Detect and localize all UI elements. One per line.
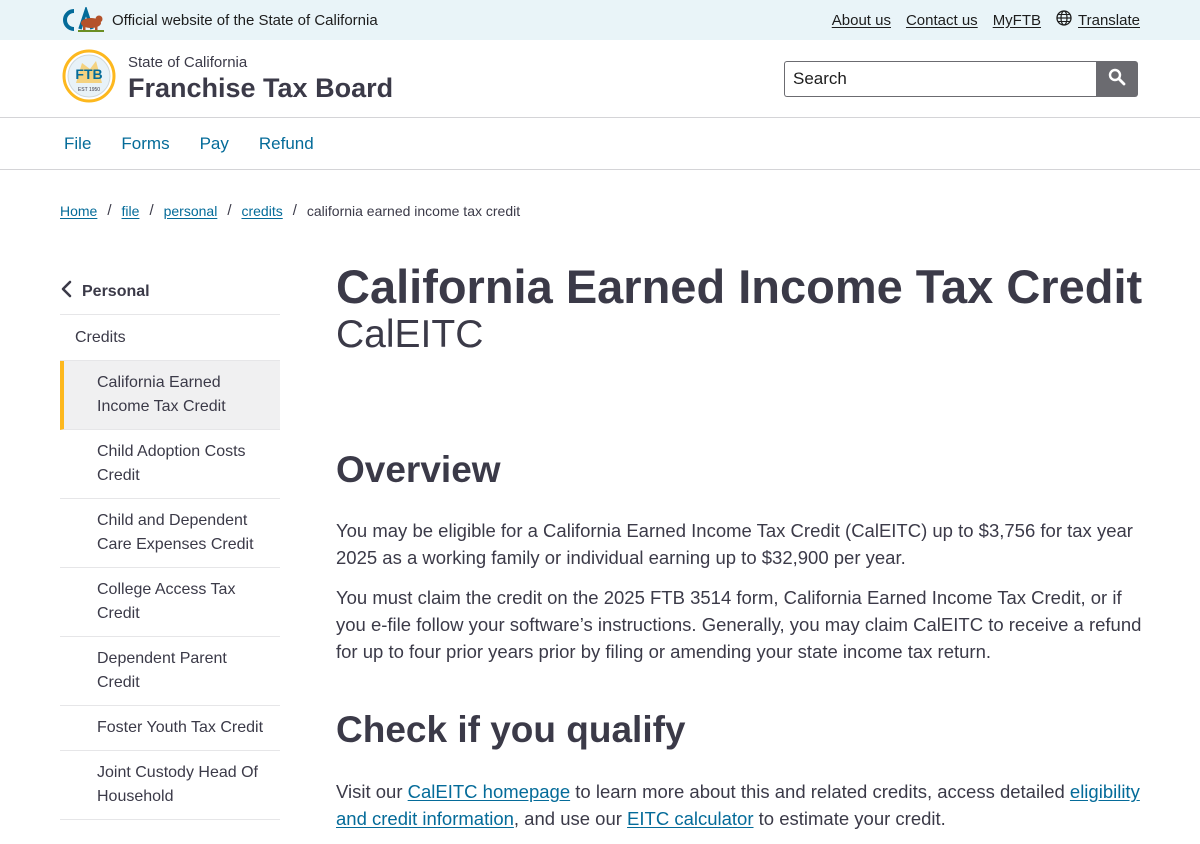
sidebar-item-foster-youth[interactable]: Foster Youth Tax Credit [60, 706, 280, 751]
overview-paragraph-2: You must claim the credit on the 2025 FT… [336, 587, 1142, 662]
sidebar-parent-personal[interactable]: Personal [60, 269, 280, 315]
search-form [784, 60, 1138, 97]
official-website-text: Official website of the State of Califor… [112, 11, 378, 29]
sidebar-item-child-dependent-care[interactable]: Child and Dependent Care Expenses Credit [60, 499, 280, 568]
nav-file[interactable]: File [64, 134, 91, 154]
ftb-seal-icon: FTB EST 1950 [62, 49, 116, 108]
breadcrumb: Home / file / personal / credits / calif… [60, 202, 520, 219]
translate-link[interactable]: Translate [1078, 12, 1140, 29]
svg-text:FTB: FTB [75, 66, 102, 82]
page-title: California Earned Income Tax Credit [336, 260, 1143, 313]
utility-links: About us Contact us MyFTB Translate [832, 10, 1140, 30]
overview-paragraph-1: You may be eligible for a California Ear… [336, 520, 1133, 568]
main-content: California Earned Income Tax Credit CalE… [336, 258, 1146, 829]
chevron-left-icon [60, 280, 74, 303]
ca-bear-logo-icon[interactable] [60, 7, 104, 33]
breadcrumb-current: california earned income tax credit [306, 202, 521, 219]
myftb-link[interactable]: MyFTB [993, 12, 1041, 29]
nav-refund[interactable]: Refund [259, 134, 314, 154]
search-input[interactable] [784, 60, 1096, 97]
about-us-link[interactable]: About us [832, 12, 891, 29]
utility-bar: Official website of the State of Califor… [0, 0, 1200, 40]
contact-us-link[interactable]: Contact us [906, 12, 978, 29]
sidebar-section-credits[interactable]: Credits [60, 315, 280, 361]
qualify-text: , and use our [513, 808, 628, 829]
breadcrumb-separator: / [227, 202, 232, 219]
nav-forms[interactable]: Forms [121, 134, 169, 154]
breadcrumb-separator: / [149, 202, 154, 219]
breadcrumb-home[interactable]: Home [60, 203, 97, 219]
breadcrumb-separator: / [107, 202, 112, 219]
sidebar-parent-label: Personal [82, 282, 150, 300]
qualify-paragraph: Visit our CalEITC homepage to learn more… [336, 778, 1146, 832]
sidebar-item-college-access[interactable]: College Access Tax Credit [60, 568, 280, 637]
breadcrumb-personal[interactable]: personal [164, 203, 218, 219]
breadcrumb-separator: / [292, 202, 297, 219]
search-button[interactable] [1096, 60, 1138, 97]
branding-header: FTB EST 1950 State of California Franchi… [0, 40, 1200, 118]
globe-icon [1056, 10, 1072, 30]
breadcrumb-file[interactable]: file [122, 203, 140, 219]
qualify-text: Visit our [336, 781, 408, 802]
qualify-heading: Check if you qualify [336, 709, 686, 750]
svg-text:EST 1950: EST 1950 [78, 87, 100, 93]
page-subtitle: CalEITC [336, 313, 484, 356]
nav-pay[interactable]: Pay [200, 134, 229, 154]
brand-subtitle: State of California [128, 53, 248, 71]
caleitc-homepage-link[interactable]: CalEITC homepage [408, 781, 570, 802]
sidebar-item-child-adoption[interactable]: Child Adoption Costs Credit [60, 430, 280, 499]
ftb-brand[interactable]: FTB EST 1950 State of California Franchi… [62, 49, 393, 108]
qualify-text: to learn more about this and related cre… [570, 781, 1070, 802]
sidebar-item-caleitc[interactable]: California Earned Income Tax Credit [60, 361, 280, 430]
translate-button[interactable]: Translate [1056, 10, 1140, 30]
sidebar-item-dependent-parent[interactable]: Dependent Parent Credit [60, 637, 280, 706]
side-navigation: Personal Credits California Earned Incom… [60, 269, 280, 820]
main-navigation: File Forms Pay Refund [0, 118, 1200, 170]
search-icon [1108, 68, 1126, 89]
qualify-text: to estimate your credit. [753, 808, 946, 829]
eitc-calculator-link[interactable]: EITC calculator [627, 808, 753, 829]
official-notice: Official website of the State of Califor… [60, 7, 378, 33]
sidebar-item-joint-custody[interactable]: Joint Custody Head Of Household [60, 751, 280, 820]
brand-title: Franchise Tax Board [128, 72, 394, 103]
breadcrumb-credits[interactable]: credits [241, 203, 282, 219]
overview-heading: Overview [336, 449, 501, 490]
